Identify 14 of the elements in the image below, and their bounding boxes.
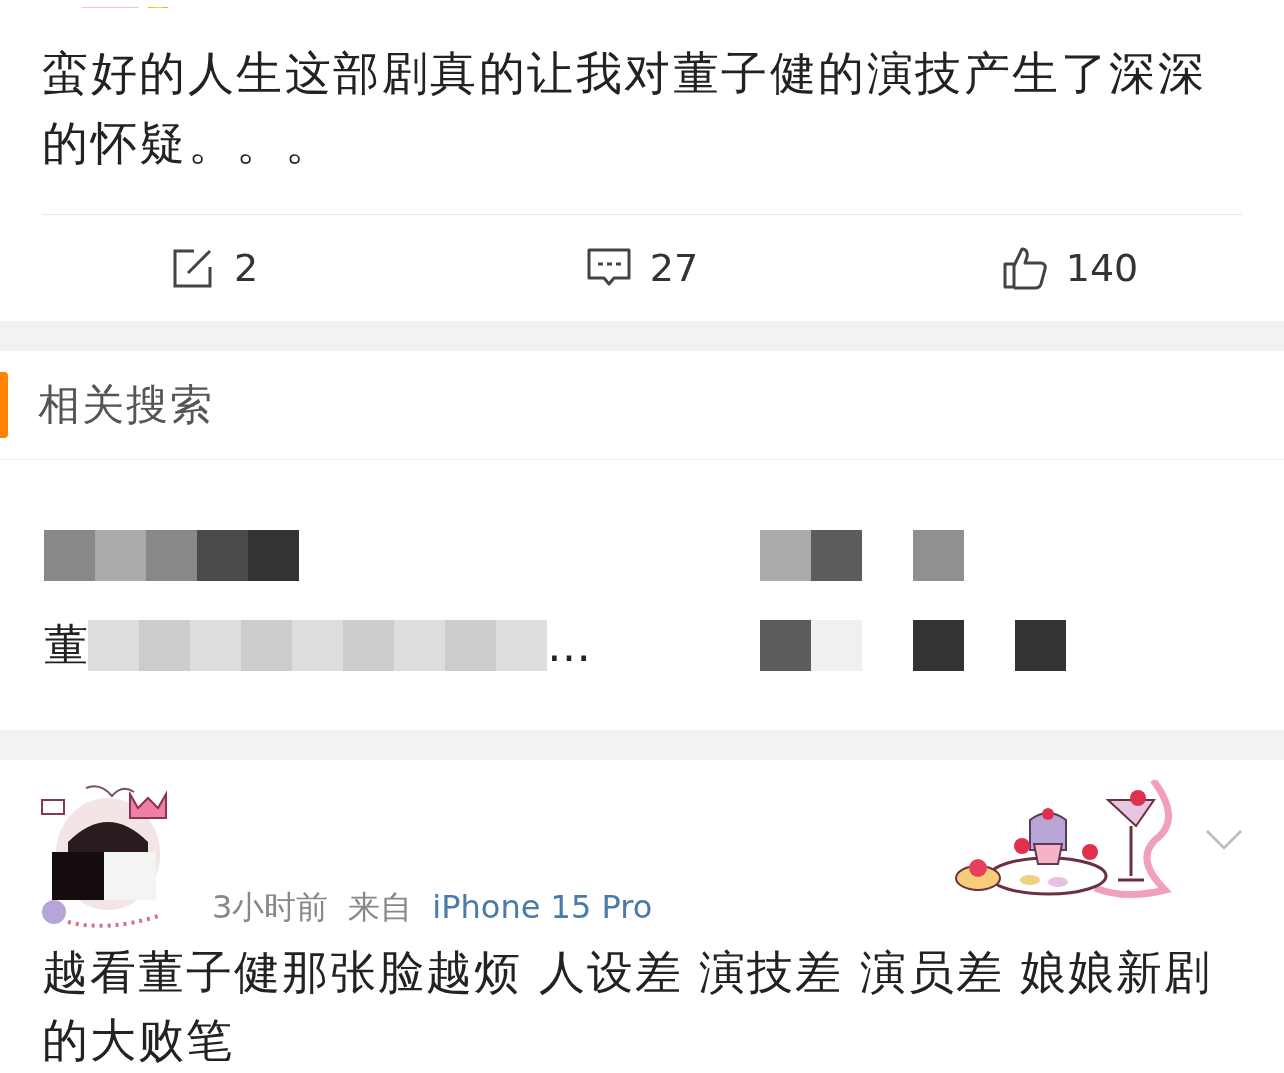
search-term[interactable]: 董 — [44, 615, 88, 675]
accent-bar — [0, 372, 8, 438]
comment-text: 越看董子健那张脸越烦 人设差 演技差 演员差 娘娘新剧的大败笔 — [41, 944, 1214, 1069]
source-link[interactable]: iPhone 15 Pro — [432, 888, 653, 926]
ellipsis: … — [547, 619, 591, 671]
like-count[interactable]: 140 — [1065, 246, 1139, 290]
repost-count[interactable]: 2 — [233, 246, 259, 290]
comment-time: 3小时前 — [212, 887, 329, 928]
post-text: 蛮好的人生这部剧真的让我对董子健的演技产生了深深的怀疑。。。 — [42, 8, 1242, 215]
section-title: 相关搜索 — [38, 379, 214, 431]
comment-count[interactable]: 27 — [649, 246, 699, 290]
source-label: 来自 — [348, 887, 413, 928]
chevron-down-icon[interactable] — [1206, 830, 1242, 850]
thumbs-up-icon — [1001, 245, 1048, 291]
